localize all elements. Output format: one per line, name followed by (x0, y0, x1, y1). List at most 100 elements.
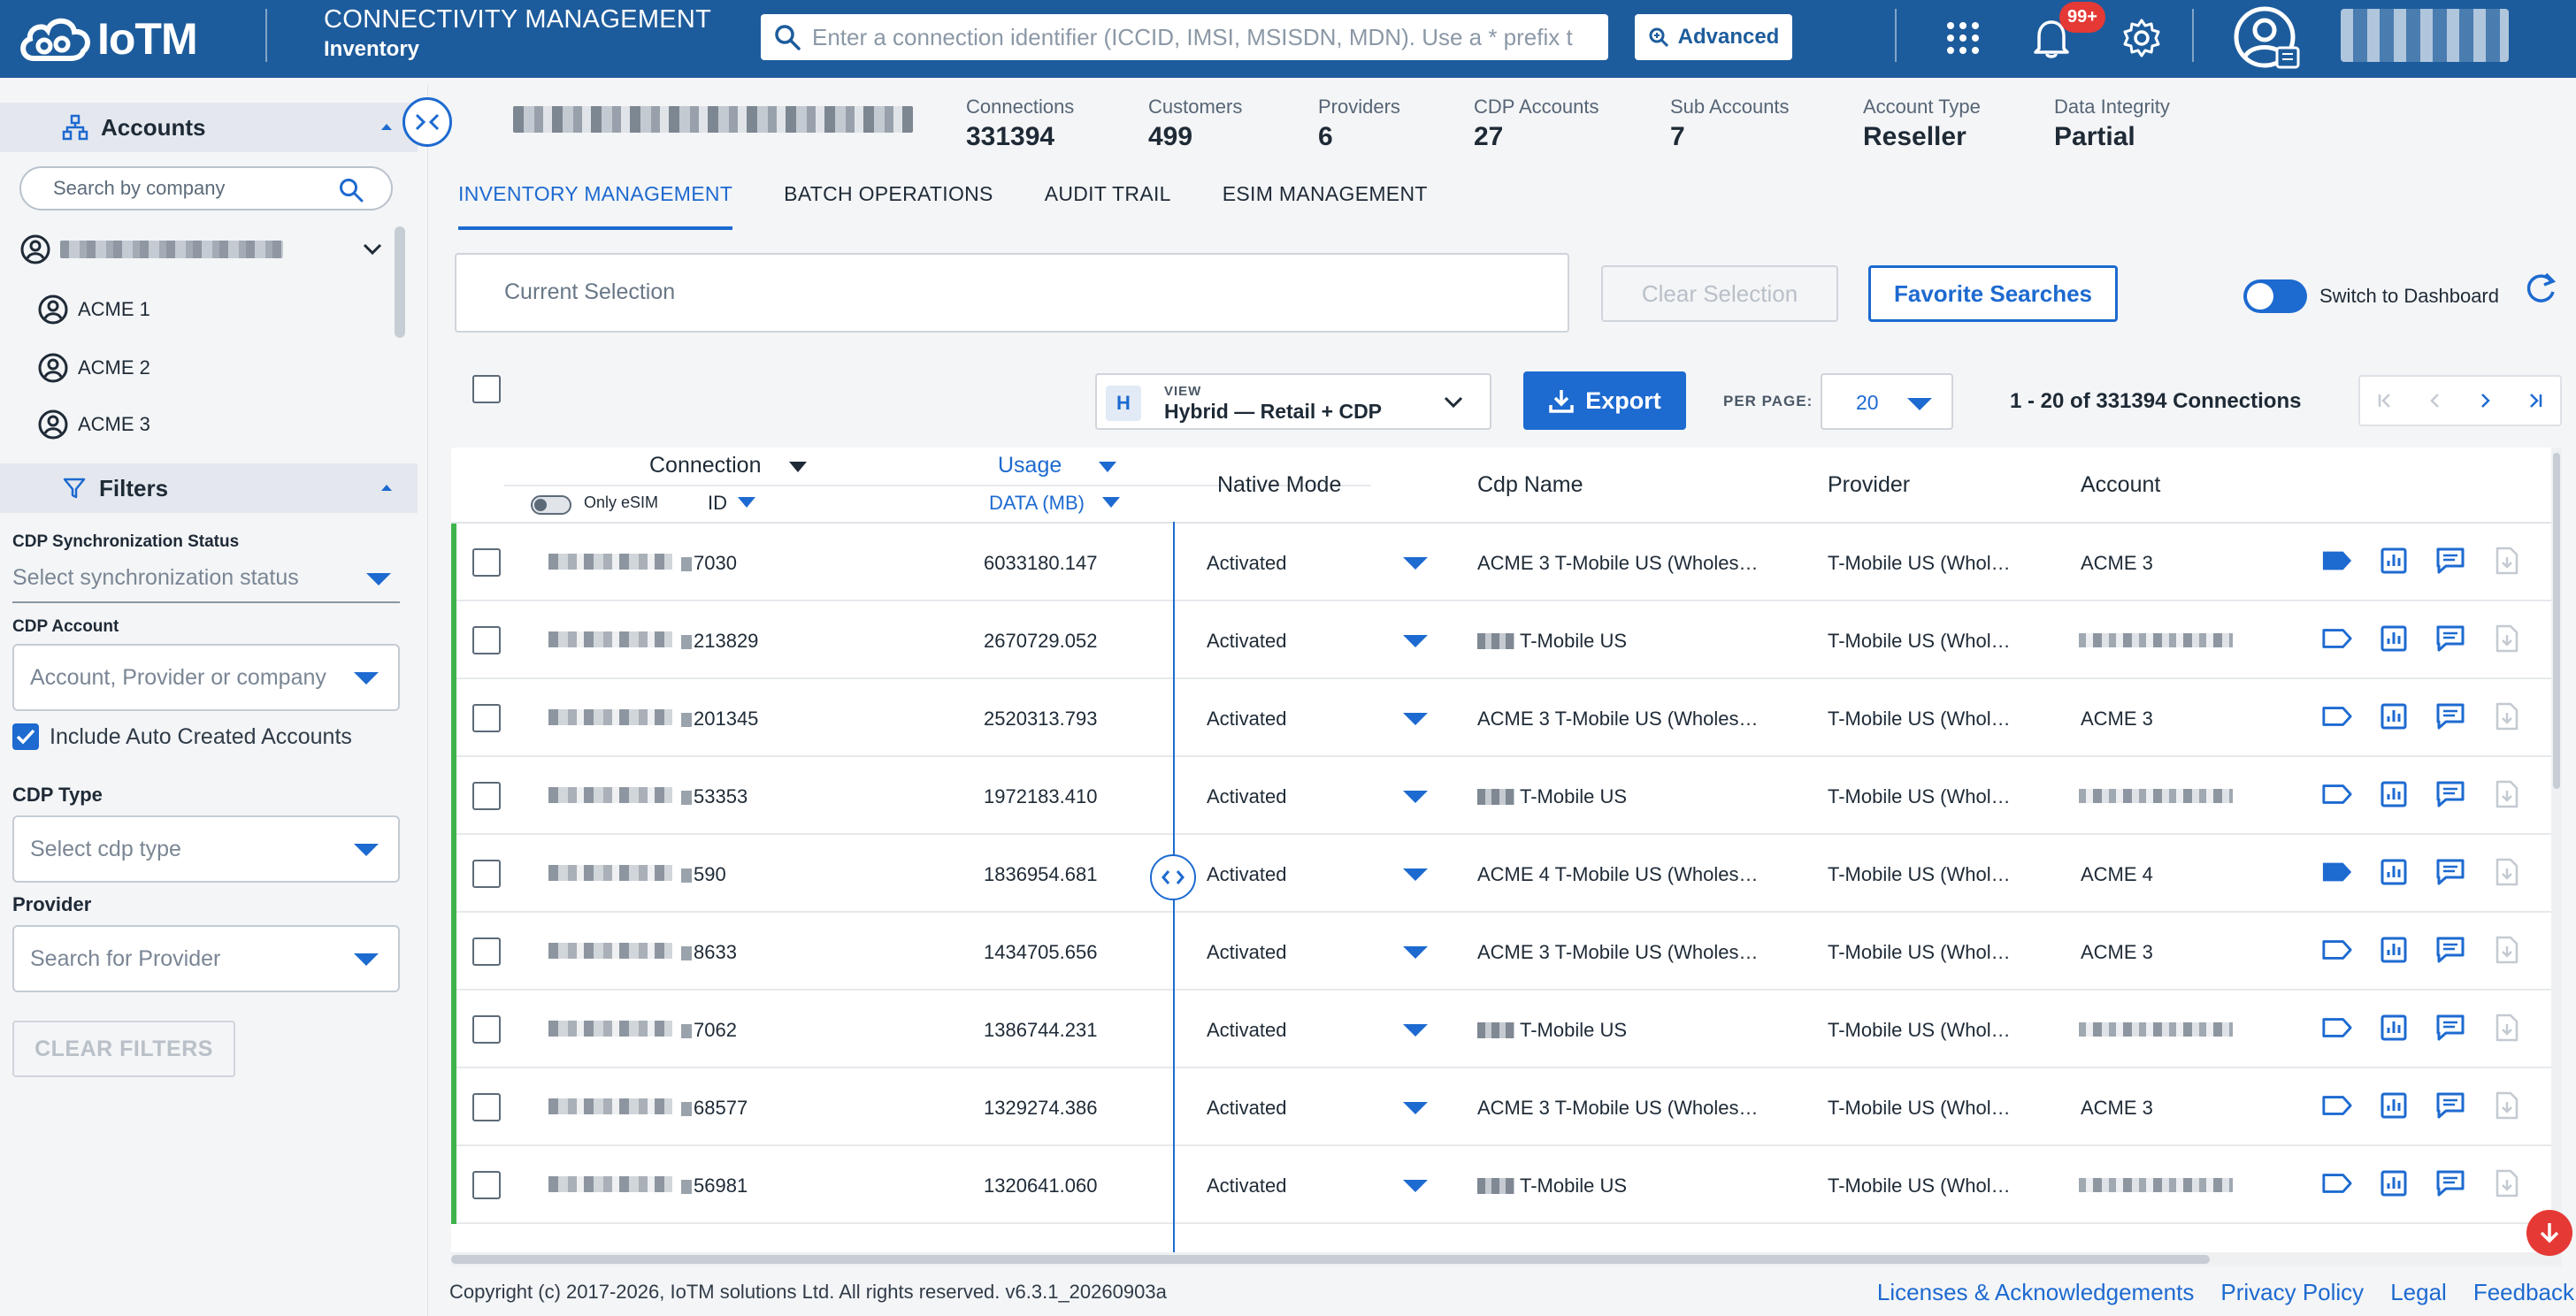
col-account[interactable]: Account (2081, 472, 2160, 498)
table-horizontal-scrollbar[interactable] (451, 1252, 2562, 1266)
native-mode-dropdown-icon[interactable] (1403, 1024, 1428, 1041)
table-vertical-scrollbar[interactable] (2551, 448, 2562, 1256)
usage-chart-icon[interactable] (2378, 1088, 2410, 1123)
table-row[interactable]: 590 1836954.681 Activated ACME 4 T-Mobile U… (451, 835, 2562, 913)
first-page-icon[interactable] (2360, 377, 2411, 425)
col-data-mb[interactable]: DATA (MB) (989, 492, 1085, 515)
connection-id-cell[interactable]: 8633 (681, 941, 737, 964)
company-search[interactable] (19, 166, 393, 210)
col-connection[interactable]: Connection (649, 453, 761, 478)
provider-select[interactable]: Search for Provider (12, 925, 400, 992)
tag-icon[interactable] (2321, 1010, 2353, 1045)
last-page-icon[interactable] (2511, 377, 2561, 425)
view-select[interactable]: H VIEW Hybrid — Retail + CDP (1095, 373, 1491, 430)
switch-to-dashboard-toggle[interactable]: Switch to Dashboard (2243, 279, 2499, 313)
sort-arrow-icon[interactable] (738, 497, 755, 508)
table-row[interactable]: 68577 1329274.386 Activated ACME 3 T-Mobile… (451, 1068, 2562, 1146)
native-mode-dropdown-icon[interactable] (1403, 1102, 1428, 1119)
favorite-searches-button[interactable]: Favorite Searches (1868, 265, 2118, 322)
connection-id-cell[interactable]: 53353 (681, 785, 748, 808)
gear-icon[interactable] (2114, 11, 2169, 65)
export-button[interactable]: Export (1523, 371, 1686, 430)
document-download-icon[interactable] (2491, 699, 2523, 734)
connection-id-cell[interactable]: 590 (681, 863, 726, 886)
user-avatar-icon[interactable] (2231, 4, 2302, 74)
chevron-up-icon[interactable] (380, 122, 393, 131)
usage-chart-icon[interactable] (2378, 621, 2410, 656)
table-row[interactable]: 213829 2670729.052 Activated T-Mobile US T-M… (451, 601, 2562, 679)
sort-arrow-icon[interactable] (1102, 497, 1120, 508)
apps-grid-icon[interactable] (1936, 11, 1990, 65)
company-search-input[interactable] (53, 177, 336, 200)
connection-id-cell[interactable]: 201345 (681, 708, 758, 731)
tab-esim-management[interactable]: ESIM MANAGEMENT (1207, 173, 1444, 230)
comment-icon[interactable] (2434, 699, 2466, 734)
checkbox-checked-icon[interactable] (12, 723, 39, 750)
native-mode-dropdown-icon[interactable] (1403, 557, 1428, 574)
comment-icon[interactable] (2434, 1088, 2466, 1123)
per-page-select[interactable]: 20 (1821, 373, 1953, 430)
tag-icon[interactable] (2321, 699, 2353, 734)
account-tree-item[interactable]: ACME 2 (37, 352, 150, 384)
col-usage[interactable]: Usage (998, 453, 1062, 478)
table-row[interactable]: 53353 1972183.410 Activated T-Mobile US T-Mo… (451, 757, 2562, 835)
sort-arrow-icon[interactable] (789, 462, 807, 472)
connection-id-cell[interactable]: 56981 (681, 1174, 748, 1197)
comment-icon[interactable] (2434, 543, 2466, 578)
row-checkbox[interactable] (472, 937, 501, 966)
document-download-icon[interactable] (2491, 1166, 2523, 1201)
document-download-icon[interactable] (2491, 1088, 2523, 1123)
usage-chart-icon[interactable] (2378, 777, 2410, 812)
chevron-up-icon[interactable] (380, 483, 393, 492)
next-page-icon[interactable] (2460, 377, 2511, 425)
comment-icon[interactable] (2434, 1010, 2466, 1045)
link-licenses[interactable]: Licenses & Acknowledgements (1877, 1279, 2194, 1306)
connection-id-cell[interactable]: 213829 (681, 630, 758, 653)
tag-icon[interactable] (2321, 777, 2353, 812)
row-checkbox[interactable] (472, 1093, 501, 1121)
col-native-mode[interactable]: Native Mode (1217, 472, 1341, 498)
cdp-account-select[interactable]: Account, Provider or company (12, 644, 400, 711)
sort-arrow-icon[interactable] (1099, 462, 1116, 472)
row-checkbox[interactable] (472, 704, 501, 732)
clear-selection-button[interactable]: Clear Selection (1601, 265, 1838, 322)
tab-batch-operations[interactable]: BATCH OPERATIONS (768, 173, 1009, 230)
native-mode-dropdown-icon[interactable] (1403, 868, 1428, 885)
cdp-type-select[interactable]: Select cdp type (12, 815, 400, 883)
native-mode-dropdown-icon[interactable] (1403, 713, 1428, 730)
comment-icon[interactable] (2434, 854, 2466, 890)
document-download-icon[interactable] (2491, 621, 2523, 656)
include-auto-created-checkbox[interactable]: Include Auto Created Accounts (12, 723, 352, 750)
tab-audit-trail[interactable]: AUDIT TRAIL (1029, 173, 1187, 230)
col-provider[interactable]: Provider (1828, 472, 1910, 498)
native-mode-dropdown-icon[interactable] (1403, 1180, 1428, 1197)
scroll-down-button[interactable] (2526, 1210, 2572, 1256)
tag-filled-icon[interactable] (2321, 543, 2353, 578)
search-icon[interactable] (338, 177, 364, 203)
native-mode-dropdown-icon[interactable] (1403, 635, 1428, 652)
usage-chart-icon[interactable] (2378, 854, 2410, 890)
connection-search-input[interactable] (812, 23, 1573, 51)
col-cdp-name[interactable]: Cdp Name (1477, 472, 1583, 498)
tab-inventory-management[interactable]: INVENTORY MANAGEMENT (442, 173, 748, 230)
clear-filters-button[interactable]: CLEAR FILTERS (12, 1021, 235, 1077)
row-checkbox[interactable] (472, 548, 501, 577)
column-resize-handle[interactable] (1150, 854, 1196, 900)
tag-icon[interactable] (2321, 932, 2353, 968)
toggle-switch[interactable] (2243, 279, 2307, 313)
comment-icon[interactable] (2434, 932, 2466, 968)
connection-id-cell[interactable]: 7030 (681, 552, 737, 575)
row-checkbox[interactable] (472, 1171, 501, 1199)
comment-icon[interactable] (2434, 621, 2466, 656)
account-tree-item[interactable]: ACME 1 (37, 294, 150, 325)
iotm-logo[interactable]: IoTM (18, 5, 198, 73)
row-checkbox[interactable] (472, 860, 501, 888)
document-download-icon[interactable] (2491, 1010, 2523, 1045)
tag-icon[interactable] (2321, 621, 2353, 656)
col-id[interactable]: ID (708, 492, 727, 515)
native-mode-dropdown-icon[interactable] (1403, 791, 1428, 807)
document-download-icon[interactable] (2491, 777, 2523, 812)
user-name-redacted[interactable] (2341, 9, 2509, 62)
global-search[interactable] (761, 14, 1608, 60)
refresh-icon[interactable] (2523, 269, 2558, 308)
